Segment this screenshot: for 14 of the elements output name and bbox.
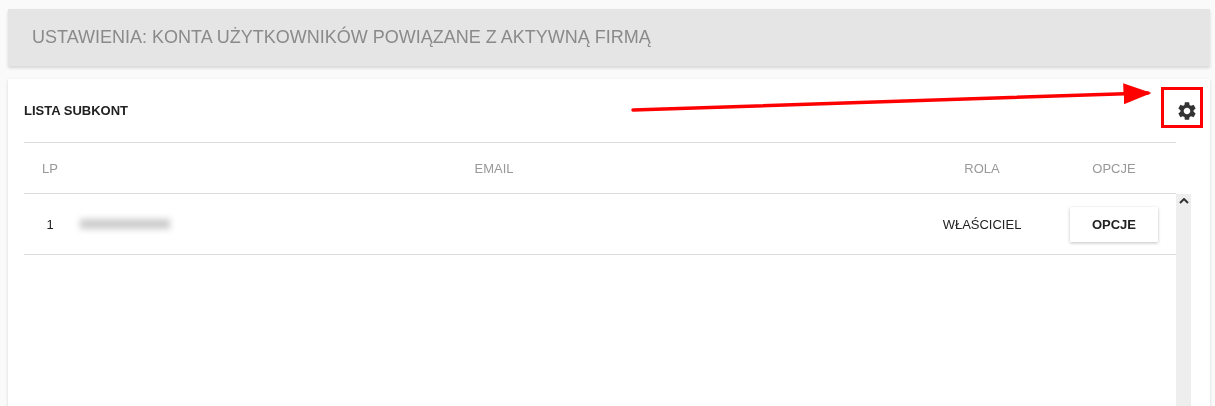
settings-button[interactable] xyxy=(1176,99,1198,122)
scroll-up-icon xyxy=(1178,198,1189,204)
column-header: OPCJE xyxy=(1091,160,1137,176)
settings-icon xyxy=(1176,99,1198,122)
scrollbar[interactable] xyxy=(1176,194,1191,406)
column-header: ROLA xyxy=(963,160,1001,176)
options-button[interactable]: OPCJE xyxy=(1070,206,1158,242)
table-cell-text: WŁAŚCICIEL xyxy=(941,216,1023,232)
column-header: EMAIL xyxy=(473,160,515,176)
card-title: LISTA SUBKONT xyxy=(24,103,128,118)
column-header: LP xyxy=(41,160,59,176)
highlight-box xyxy=(1161,87,1203,128)
table-cell-text: 1 xyxy=(45,216,55,232)
page-title: USTAWIENIA: KONTA UŻYTKOWNIKÓW POWIĄZANE Z AKTYWNĄ FIRMĄ xyxy=(32,27,651,48)
